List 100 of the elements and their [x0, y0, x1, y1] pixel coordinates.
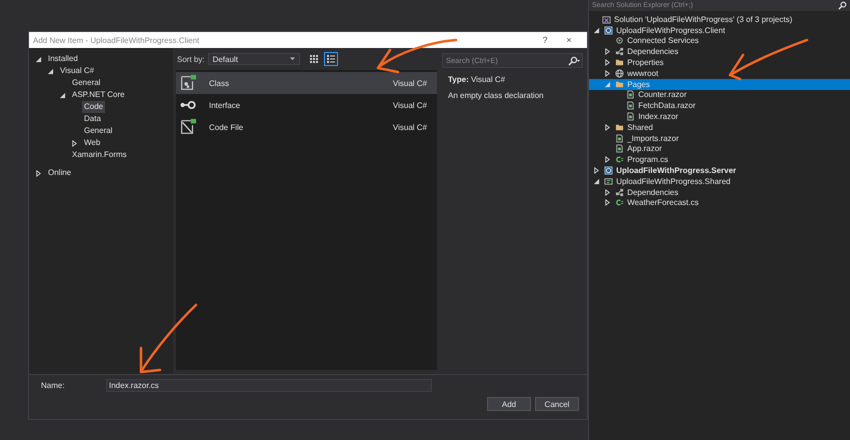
dropdown-caret-icon — [290, 57, 295, 61]
collapsed-arrow-icon[interactable] — [604, 124, 612, 131]
collapsed-arrow-icon[interactable] — [604, 156, 612, 164]
tree-item-label: Solution 'UploadFileWithProgress' (3 of 3 projects) — [614, 14, 792, 24]
template-name: Class — [209, 78, 230, 88]
expanded-arrow-icon[interactable] — [593, 178, 600, 185]
collapsed-arrow-icon[interactable] — [593, 167, 600, 174]
file-icon — [626, 90, 636, 100]
tree-row[interactable]: Properties — [589, 57, 850, 68]
dialog-button[interactable]: Cancel — [535, 397, 579, 411]
annotation-arrow — [140, 304, 198, 374]
expanded-arrow-icon[interactable] — [593, 26, 600, 34]
globe-icon — [615, 68, 624, 78]
dialog-button[interactable]: Add — [487, 397, 531, 411]
category-item[interactable]: Online — [46, 167, 74, 179]
tree-row[interactable]: FetchData.razor — [589, 100, 850, 112]
tree-row[interactable]: Connected Services — [589, 36, 850, 46]
search-icon — [568, 56, 580, 66]
template-type: Type: Visual C# — [448, 75, 506, 84]
expanded-arrow-icon[interactable] — [59, 92, 66, 98]
expanded-arrow-icon[interactable] — [35, 56, 42, 62]
tree-row[interactable]: UploadFileWithProgress.Server — [589, 165, 850, 176]
name-field[interactable]: Index.razor.cs — [106, 379, 432, 392]
help-button[interactable]: ? — [533, 35, 557, 45]
template-description: An empty class declaration — [448, 91, 545, 100]
dependencies-icon — [615, 47, 624, 56]
category-item[interactable]: General — [82, 125, 114, 137]
tree-row[interactable]: Shared — [589, 122, 850, 133]
category-item[interactable]: ASP.NET Core — [70, 89, 127, 101]
tree-item-label: Index.razor — [638, 112, 678, 122]
dialog-title: Add New Item - UploadFileWithProgress.Client — [33, 36, 200, 44]
template-row[interactable]: Code File Visual C# — [176, 116, 437, 138]
folder-icon — [615, 58, 624, 68]
tree-item-label: UploadFileWithProgress.Server — [616, 166, 736, 176]
sort-dropdown[interactable]: Default — [208, 53, 300, 65]
file-icon — [626, 112, 636, 122]
template-language: Visual C# — [392, 122, 427, 132]
collapsed-arrow-icon[interactable] — [604, 188, 612, 196]
library-project-icon — [604, 176, 614, 186]
csharp-file-icon — [615, 198, 624, 208]
tree-row[interactable]: WeatherForecast.cs — [589, 198, 850, 208]
tree-row[interactable]: Solution 'UploadFileWithProgress' (3 of 3 projects) — [589, 14, 850, 25]
tree-item-label: Dependencies — [627, 47, 678, 56]
tree-row[interactable]: App.razor — [589, 144, 850, 154]
tree-item-label: Connected Services — [627, 36, 699, 46]
csharp-file-icon — [615, 155, 624, 164]
template-name: Interface — [209, 100, 242, 110]
tree-row[interactable]: UploadFileWithProgress.Shared — [589, 176, 850, 187]
folder-icon — [615, 80, 624, 89]
collapsed-arrow-icon[interactable] — [35, 170, 42, 176]
tree-item-label: Pages — [627, 80, 650, 89]
collapsed-arrow-icon[interactable] — [604, 199, 612, 206]
tree-item-label: Dependencies — [627, 188, 678, 197]
tree-row[interactable]: _Imports.razor — [589, 132, 850, 144]
tree-item-label: wwwroot — [627, 68, 658, 78]
tree-row[interactable]: Program.cs — [589, 154, 850, 166]
template-row[interactable]: Class Visual C# — [176, 72, 437, 94]
tree-row[interactable]: wwwroot — [589, 68, 850, 79]
tree-item-label: Counter.razor — [638, 90, 687, 100]
list-view-button[interactable] — [324, 52, 338, 66]
collapsed-arrow-icon[interactable] — [604, 59, 612, 66]
tree-row[interactable]: Index.razor — [589, 111, 850, 122]
tree-item-label: UploadFileWithProgress.Client — [616, 26, 726, 35]
tree-item-label: _Imports.razor — [627, 134, 679, 143]
tree-item-label: Shared — [627, 122, 653, 132]
category-item[interactable]: Data — [82, 113, 103, 125]
file-icon — [626, 101, 636, 110]
file-icon — [615, 144, 624, 154]
tree-row[interactable]: UploadFileWithProgress.Client — [589, 24, 850, 36]
tree-item-label: Properties — [627, 58, 664, 68]
collapsed-arrow-icon[interactable] — [71, 140, 78, 146]
collapsed-arrow-icon[interactable] — [604, 48, 612, 56]
solution-icon — [602, 14, 611, 24]
search-icon — [838, 1, 847, 10]
category-item[interactable]: Visual C# — [58, 65, 96, 77]
category-item[interactable]: Code — [82, 101, 106, 113]
category-item[interactable]: Web — [82, 137, 102, 149]
template-language: Visual C# — [392, 78, 427, 88]
expanded-arrow-icon[interactable] — [47, 68, 54, 74]
template-name: Code File — [209, 122, 244, 132]
tree-row[interactable]: Counter.razor — [589, 90, 850, 100]
tree-item-label: App.razor — [627, 144, 662, 154]
tree-item-label: UploadFileWithProgress.Shared — [616, 176, 730, 186]
dependencies-icon — [615, 188, 624, 197]
close-button[interactable]: × — [557, 35, 581, 45]
collapsed-arrow-icon[interactable] — [604, 70, 612, 77]
tree-row[interactable]: Dependencies — [589, 46, 850, 58]
folder-icon — [615, 122, 624, 132]
category-item[interactable]: Installed — [46, 53, 80, 65]
template-language: Visual C# — [392, 100, 427, 110]
web-project-icon — [604, 26, 614, 35]
template-row[interactable]: Interface Visual C# — [176, 94, 437, 116]
category-item[interactable]: Xamarin.Forms — [70, 149, 129, 161]
class-file-icon — [179, 74, 197, 92]
sort-label: Sort by: — [177, 54, 205, 64]
tree-row[interactable]: Dependencies — [589, 186, 850, 198]
category-item[interactable]: General — [70, 77, 102, 89]
tree-item-label: WeatherForecast.cs — [627, 198, 699, 208]
connected-services-icon — [615, 36, 624, 46]
name-label: Name: — [41, 381, 66, 390]
